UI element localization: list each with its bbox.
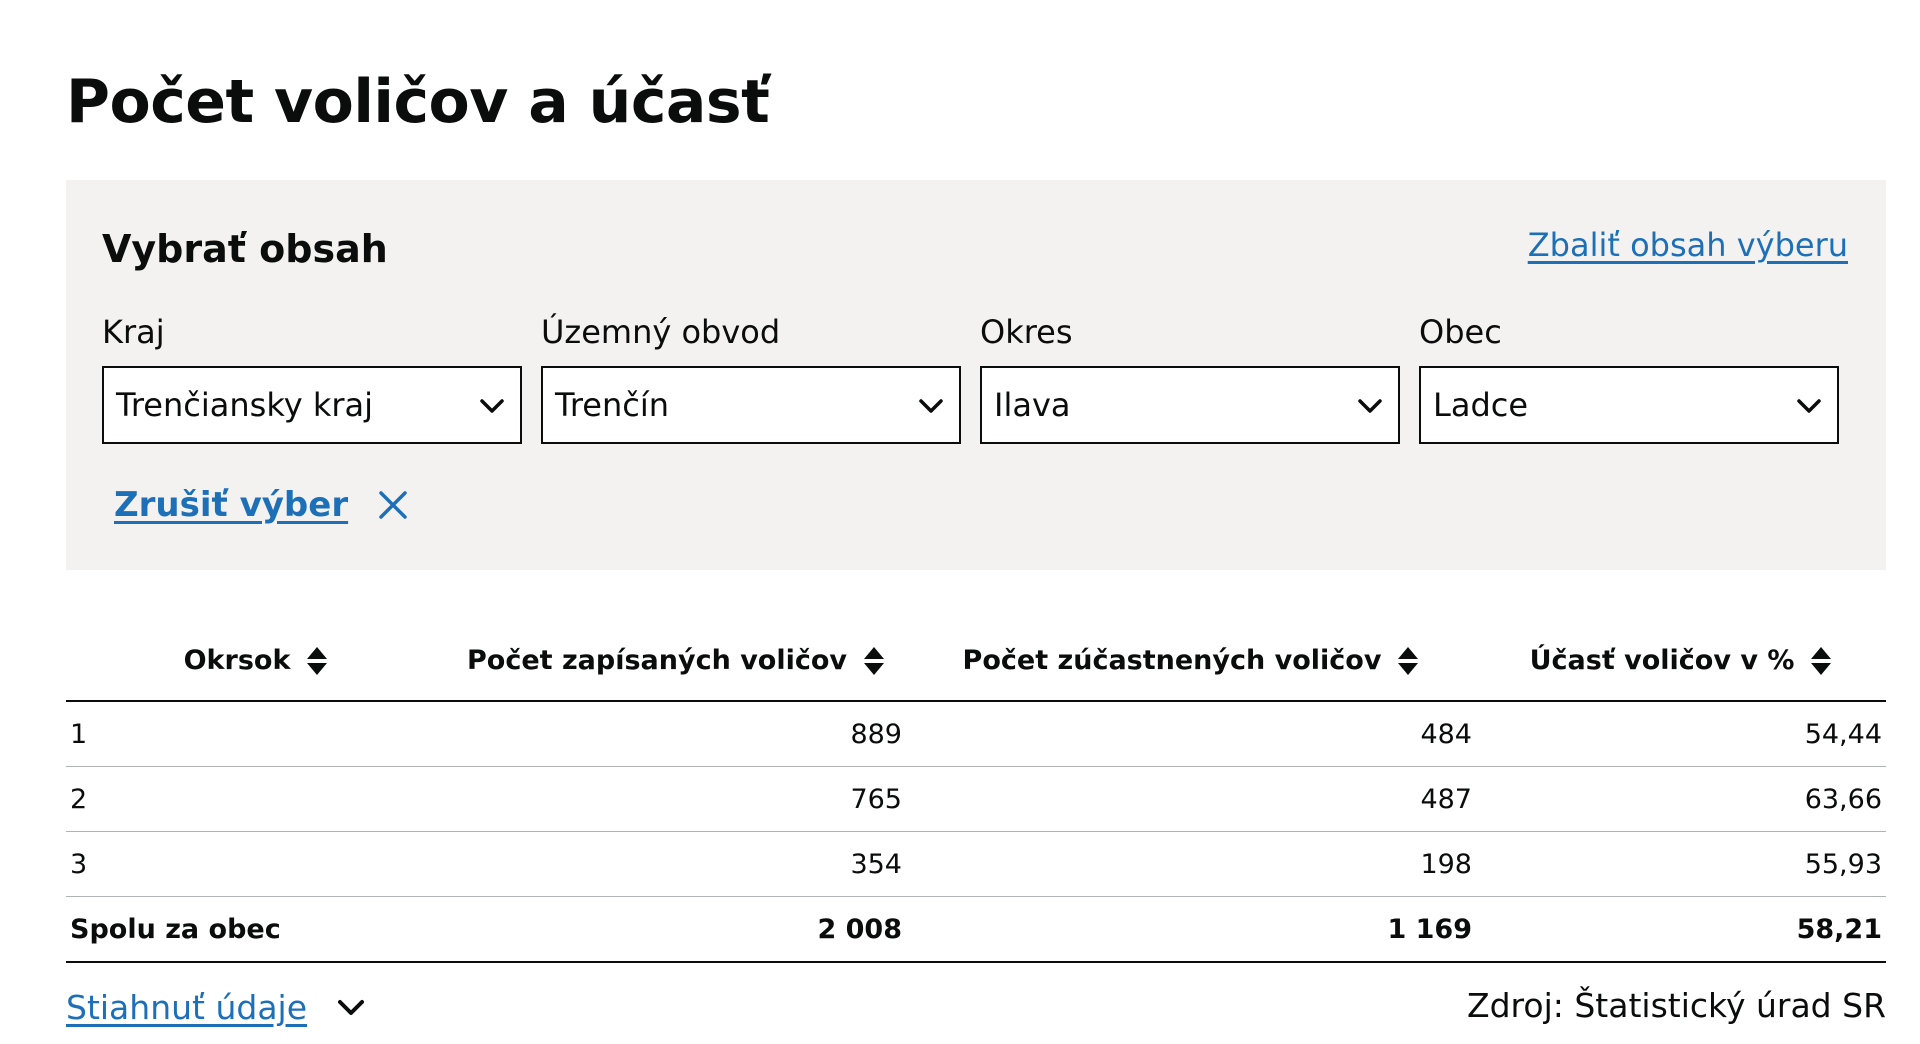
results-table: Okrsok Počet zapísaných voličov Počet zú… bbox=[66, 622, 1886, 963]
okres-select-value: Ilava bbox=[994, 386, 1071, 424]
okres-select[interactable]: Ilava bbox=[980, 366, 1400, 444]
cell-okrsok: 1 bbox=[66, 701, 446, 767]
sort-icon bbox=[864, 647, 885, 676]
total-zapisani: 2 008 bbox=[446, 896, 906, 963]
filter-uzemny-obvod-label: Územný obvod bbox=[541, 313, 781, 351]
cell-zapisani: 889 bbox=[446, 701, 906, 767]
filter-heading: Vybrať obsah bbox=[102, 227, 388, 271]
total-ucast: 58,21 bbox=[1476, 896, 1886, 963]
collapse-selection-link[interactable]: Zbaliť obsah výberu bbox=[1528, 222, 1848, 268]
filter-uzemny-obvod: Územný obvod Trenčín bbox=[541, 310, 961, 444]
column-header-okrsok[interactable]: Okrsok bbox=[66, 622, 446, 702]
page-title: Počet voličov a účasť bbox=[66, 67, 770, 137]
table-row: 1 889 484 54,44 bbox=[66, 701, 1886, 767]
column-header-label: Počet zúčastnených voličov bbox=[962, 644, 1382, 676]
obec-select[interactable]: Ladce bbox=[1419, 366, 1839, 444]
download-data-toggle[interactable]: Stiahnuť údaje bbox=[66, 988, 367, 1027]
clear-selection-link[interactable]: Zrušiť výber bbox=[114, 485, 348, 525]
cell-zapisani: 354 bbox=[446, 831, 906, 897]
filter-okres: Okres Ilava bbox=[980, 310, 1400, 444]
chevron-down-icon bbox=[919, 399, 943, 413]
filter-kraj-label: Kraj bbox=[102, 313, 165, 351]
column-header-zapisani[interactable]: Počet zapísaných voličov bbox=[446, 622, 906, 702]
cell-ucast: 55,93 bbox=[1476, 831, 1886, 897]
data-source: Zdroj: Štatistický úrad SR bbox=[1467, 986, 1886, 1025]
column-header-label: Okrsok bbox=[183, 644, 291, 676]
chevron-down-icon bbox=[1797, 399, 1821, 413]
kraj-select[interactable]: Trenčiansky kraj bbox=[102, 366, 522, 444]
total-label: Spolu za obec bbox=[66, 896, 446, 963]
cell-ucast: 63,66 bbox=[1476, 766, 1886, 832]
column-header-ucast[interactable]: Účasť voličov v % bbox=[1476, 622, 1886, 702]
total-zucastneni: 1 169 bbox=[906, 896, 1476, 963]
filter-obec: Obec Ladce bbox=[1419, 310, 1839, 444]
cell-zapisani: 765 bbox=[446, 766, 906, 832]
sort-icon bbox=[1398, 647, 1419, 676]
cell-ucast: 54,44 bbox=[1476, 701, 1886, 767]
cell-zucastneni: 487 bbox=[906, 766, 1476, 832]
chevron-down-icon bbox=[480, 399, 504, 413]
filter-obec-label: Obec bbox=[1419, 313, 1502, 351]
sort-icon bbox=[307, 647, 328, 676]
sort-icon bbox=[1811, 647, 1832, 676]
table-row: 3 354 198 55,93 bbox=[66, 831, 1886, 897]
column-header-label: Účasť voličov v % bbox=[1529, 644, 1795, 676]
column-header-zucastneni[interactable]: Počet zúčastnených voličov bbox=[906, 622, 1476, 702]
filter-okres-label: Okres bbox=[980, 313, 1073, 351]
column-header-label: Počet zapísaných voličov bbox=[466, 644, 848, 676]
page: Počet voličov a účasť Vybrať obsah Zbali… bbox=[0, 0, 1920, 1044]
uzemny-obvod-select[interactable]: Trenčín bbox=[541, 366, 961, 444]
download-data-link[interactable]: Stiahnuť údaje bbox=[66, 988, 307, 1027]
chevron-down-icon bbox=[1358, 399, 1382, 413]
cell-okrsok: 2 bbox=[66, 766, 446, 832]
cell-okrsok: 3 bbox=[66, 831, 446, 897]
table-total-row: Spolu za obec 2 008 1 169 58,21 bbox=[66, 896, 1886, 963]
filter-kraj: Kraj Trenčiansky kraj bbox=[102, 310, 522, 444]
obec-select-value: Ladce bbox=[1433, 386, 1529, 424]
uzemny-obvod-select-value: Trenčín bbox=[555, 386, 670, 424]
cell-zucastneni: 198 bbox=[906, 831, 1476, 897]
clear-selection: Zrušiť výber bbox=[114, 480, 408, 530]
filter-panel: Vybrať obsah Zbaliť obsah výberu Kraj Tr… bbox=[66, 180, 1886, 570]
close-icon[interactable] bbox=[378, 490, 408, 520]
table-header-row: Okrsok Počet zapísaných voličov Počet zú… bbox=[66, 622, 1886, 702]
kraj-select-value: Trenčiansky kraj bbox=[116, 386, 373, 424]
cell-zucastneni: 484 bbox=[906, 701, 1476, 767]
chevron-down-icon[interactable] bbox=[335, 992, 367, 1024]
table-row: 2 765 487 63,66 bbox=[66, 766, 1886, 832]
